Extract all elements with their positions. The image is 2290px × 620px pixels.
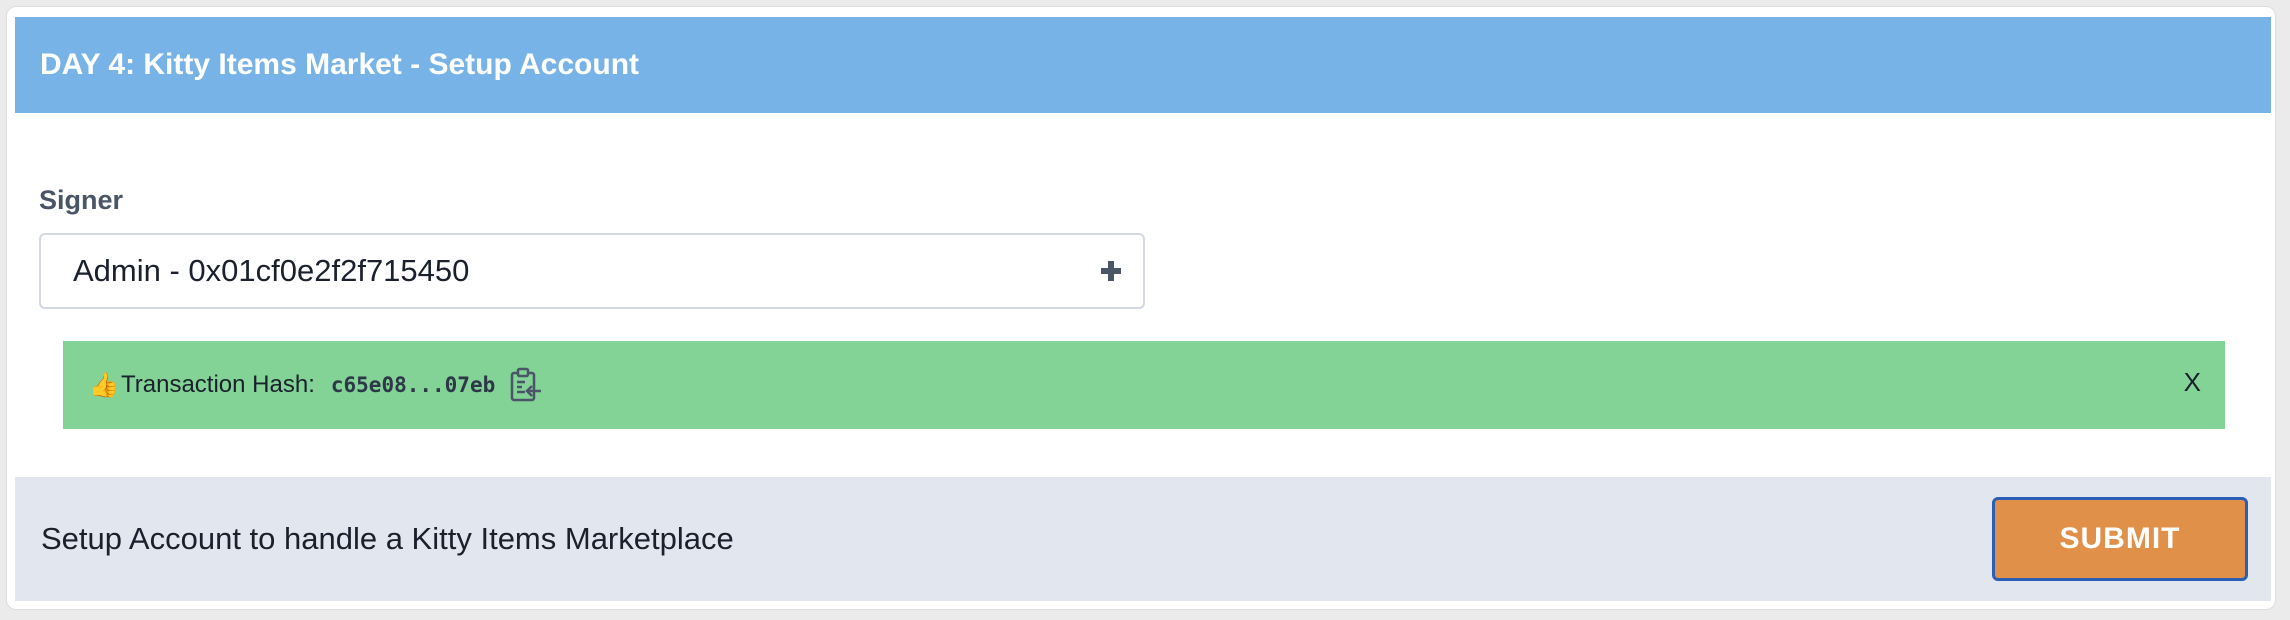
signer-label: Signer xyxy=(39,185,124,215)
clipboard-copy-icon[interactable] xyxy=(509,367,543,403)
close-alert-button[interactable]: X xyxy=(2184,367,2201,398)
thumbs-up-icon: 👍 xyxy=(89,371,119,399)
transaction-hash-value: c65e08...07eb xyxy=(330,373,496,397)
page-title: DAY 4: Kitty Items Market - Setup Accoun… xyxy=(40,48,640,81)
setup-account-card: DAY 4: Kitty Items Market - Setup Accoun… xyxy=(6,6,2276,610)
footer-description: Setup Account to handle a Kitty Items Ma… xyxy=(41,521,734,556)
signer-value: Admin - 0x01cf0e2f2f715450 xyxy=(73,253,470,288)
card-footer: Setup Account to handle a Kitty Items Ma… xyxy=(15,477,2271,601)
signer-select[interactable]: Admin - 0x01cf0e2f2f715450 xyxy=(39,233,1145,309)
transaction-alert: 👍 Transaction Hash: c65e08...07eb X xyxy=(63,341,2225,429)
card-header: DAY 4: Kitty Items Market - Setup Accoun… xyxy=(15,17,2271,113)
submit-button[interactable]: SUBMIT xyxy=(1992,497,2248,581)
transaction-hash-label: Transaction Hash: xyxy=(121,371,315,398)
plus-icon[interactable] xyxy=(1101,261,1121,281)
